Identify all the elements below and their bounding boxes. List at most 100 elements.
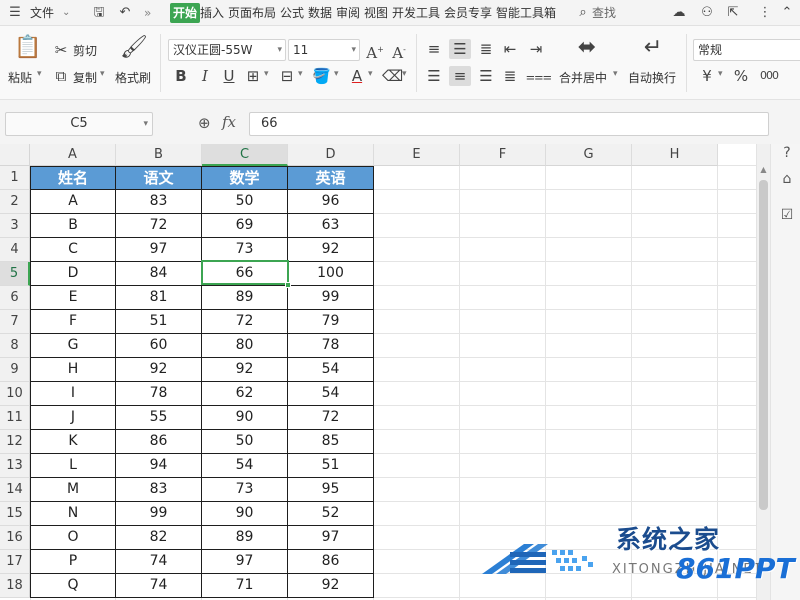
font-size-select[interactable]: 11 ▾ — [288, 39, 360, 61]
italic-button[interactable]: I — [196, 66, 214, 86]
save-icon[interactable]: 🖫 — [90, 4, 108, 22]
scrollbar-thumb[interactable] — [759, 180, 768, 510]
table-cell[interactable]: 90 — [202, 502, 288, 526]
merge-center-icon[interactable]: ⬌ — [574, 37, 600, 59]
currency-button[interactable]: ¥ — [698, 66, 716, 86]
table-cell[interactable]: 50 — [202, 430, 288, 454]
table-cell[interactable]: Q — [30, 574, 116, 598]
align-middle-icon[interactable]: ☰ — [449, 39, 471, 59]
table-cell[interactable]: 97 — [202, 550, 288, 574]
help-icon[interactable]: ? — [778, 144, 796, 162]
table-cell[interactable]: 92 — [116, 358, 202, 382]
more-options-icon[interactable]: ⋮ — [756, 4, 774, 22]
table-cell[interactable]: 52 — [288, 502, 374, 526]
table-cell[interactable]: 86 — [116, 430, 202, 454]
chevron-down-icon[interactable]: ▾ — [334, 69, 339, 79]
tab-smart-tools[interactable]: 智能工具箱 — [496, 0, 556, 26]
paste-button[interactable]: 粘贴 — [8, 69, 32, 86]
file-menu[interactable]: 文件 — [30, 0, 54, 26]
table-cell[interactable]: 74 — [116, 550, 202, 574]
row-header-12[interactable]: 12 — [0, 430, 30, 454]
border-icon[interactable]: ⊞ — [244, 66, 262, 86]
table-cell[interactable]: 78 — [288, 334, 374, 358]
table-cell[interactable]: 83 — [116, 478, 202, 502]
align-center-icon[interactable]: ≡ — [449, 66, 471, 86]
table-cell[interactable]: F — [30, 310, 116, 334]
table-cell[interactable]: 96 — [288, 190, 374, 214]
table-cell[interactable]: 81 — [116, 286, 202, 310]
table-cell[interactable]: H — [30, 358, 116, 382]
align-top-icon[interactable]: ≡ — [424, 39, 444, 59]
align-left-icon[interactable]: ☰ — [424, 66, 444, 86]
table-cell[interactable]: 50 — [202, 190, 288, 214]
row-header-8[interactable]: 8 — [0, 334, 30, 358]
style-panel-icon[interactable]: ⌂ — [778, 170, 796, 188]
wrap-text-button[interactable]: 自动换行 — [628, 69, 676, 86]
row-header-9[interactable]: 9 — [0, 358, 30, 382]
table-cell[interactable]: 86 — [288, 550, 374, 574]
table-cell[interactable]: 89 — [202, 526, 288, 550]
fill-color-icon[interactable]: 🪣 — [312, 66, 331, 86]
row-header-6[interactable]: 6 — [0, 286, 30, 310]
percent-button[interactable]: % — [732, 66, 750, 86]
table-cell[interactable]: 54 — [288, 358, 374, 382]
number-format-select[interactable]: 常规 — [693, 39, 800, 61]
chevron-down-icon[interactable]: ▾ — [718, 69, 723, 79]
table-cell[interactable]: 51 — [116, 310, 202, 334]
table-cell[interactable]: D — [30, 262, 116, 286]
share-icon[interactable]: ⇱ — [724, 4, 742, 22]
search-button[interactable]: 查找 — [592, 0, 616, 26]
wrap-text-icon[interactable]: ↵ — [640, 37, 666, 59]
table-cell[interactable]: 51 — [288, 454, 374, 478]
table-cell[interactable]: 85 — [288, 430, 374, 454]
tab-formula[interactable]: 公式 — [280, 0, 304, 26]
table-header-cell[interactable]: 姓名 — [30, 166, 116, 190]
row-header-2[interactable]: 2 — [0, 190, 30, 214]
column-header-b[interactable]: B — [116, 144, 202, 166]
table-cell[interactable]: 84 — [116, 262, 202, 286]
table-cell[interactable]: G — [30, 334, 116, 358]
undo-icon[interactable]: ↶ — [116, 4, 134, 22]
align-right-icon[interactable]: ☰ — [476, 66, 496, 86]
chevron-down-icon[interactable]: ▾ — [402, 69, 407, 79]
row-header-3[interactable]: 3 — [0, 214, 30, 238]
row-header-5[interactable]: 5 — [0, 262, 30, 286]
table-header-cell[interactable]: 语文 — [116, 166, 202, 190]
table-cell[interactable]: 97 — [288, 526, 374, 550]
table-cell[interactable]: 72 — [116, 214, 202, 238]
table-cell[interactable]: 63 — [288, 214, 374, 238]
distributed-icon[interactable]: ⩶ — [526, 66, 552, 86]
table-cell[interactable]: 62 — [202, 382, 288, 406]
table-cell[interactable]: A — [30, 190, 116, 214]
paste-icon[interactable]: 📋 — [14, 37, 41, 59]
font-name-select[interactable]: 汉仪正圆-55W ▾ — [168, 39, 286, 61]
table-cell[interactable]: 92 — [288, 574, 374, 598]
row-header-18[interactable]: 18 — [0, 574, 30, 598]
table-cell[interactable]: 55 — [116, 406, 202, 430]
table-cell[interactable]: 99 — [288, 286, 374, 310]
decrease-font-icon[interactable]: A- — [390, 40, 408, 63]
row-header-14[interactable]: 14 — [0, 478, 30, 502]
align-bottom-icon[interactable]: ≣ — [476, 39, 496, 59]
chevron-down-icon[interactable]: ▾ — [264, 69, 269, 79]
table-cell[interactable]: 92 — [202, 358, 288, 382]
chevron-down-icon[interactable]: ▾ — [368, 69, 373, 79]
copy-icon[interactable]: ⧉ — [52, 66, 70, 86]
underline-button[interactable]: U — [220, 66, 238, 86]
select-all-corner[interactable] — [0, 144, 30, 166]
chevron-down-icon[interactable]: ▾ — [37, 69, 42, 79]
tab-review[interactable]: 审阅 — [336, 0, 360, 26]
chevron-down-icon[interactable]: ▾ — [298, 69, 303, 79]
table-cell[interactable]: B — [30, 214, 116, 238]
increase-font-icon[interactable]: A+ — [366, 40, 384, 63]
table-cell[interactable]: 60 — [116, 334, 202, 358]
row-header-1[interactable]: 1 — [0, 166, 30, 190]
format-painter-button[interactable]: 格式刷 — [115, 69, 151, 86]
table-cell[interactable]: L — [30, 454, 116, 478]
row-header-10[interactable]: 10 — [0, 382, 30, 406]
scroll-up-icon[interactable]: ▲ — [757, 164, 770, 176]
table-cell[interactable]: I — [30, 382, 116, 406]
tab-start[interactable]: 开始 — [170, 3, 201, 23]
column-header-d[interactable]: D — [288, 144, 374, 166]
tab-view[interactable]: 视图 — [364, 0, 388, 26]
